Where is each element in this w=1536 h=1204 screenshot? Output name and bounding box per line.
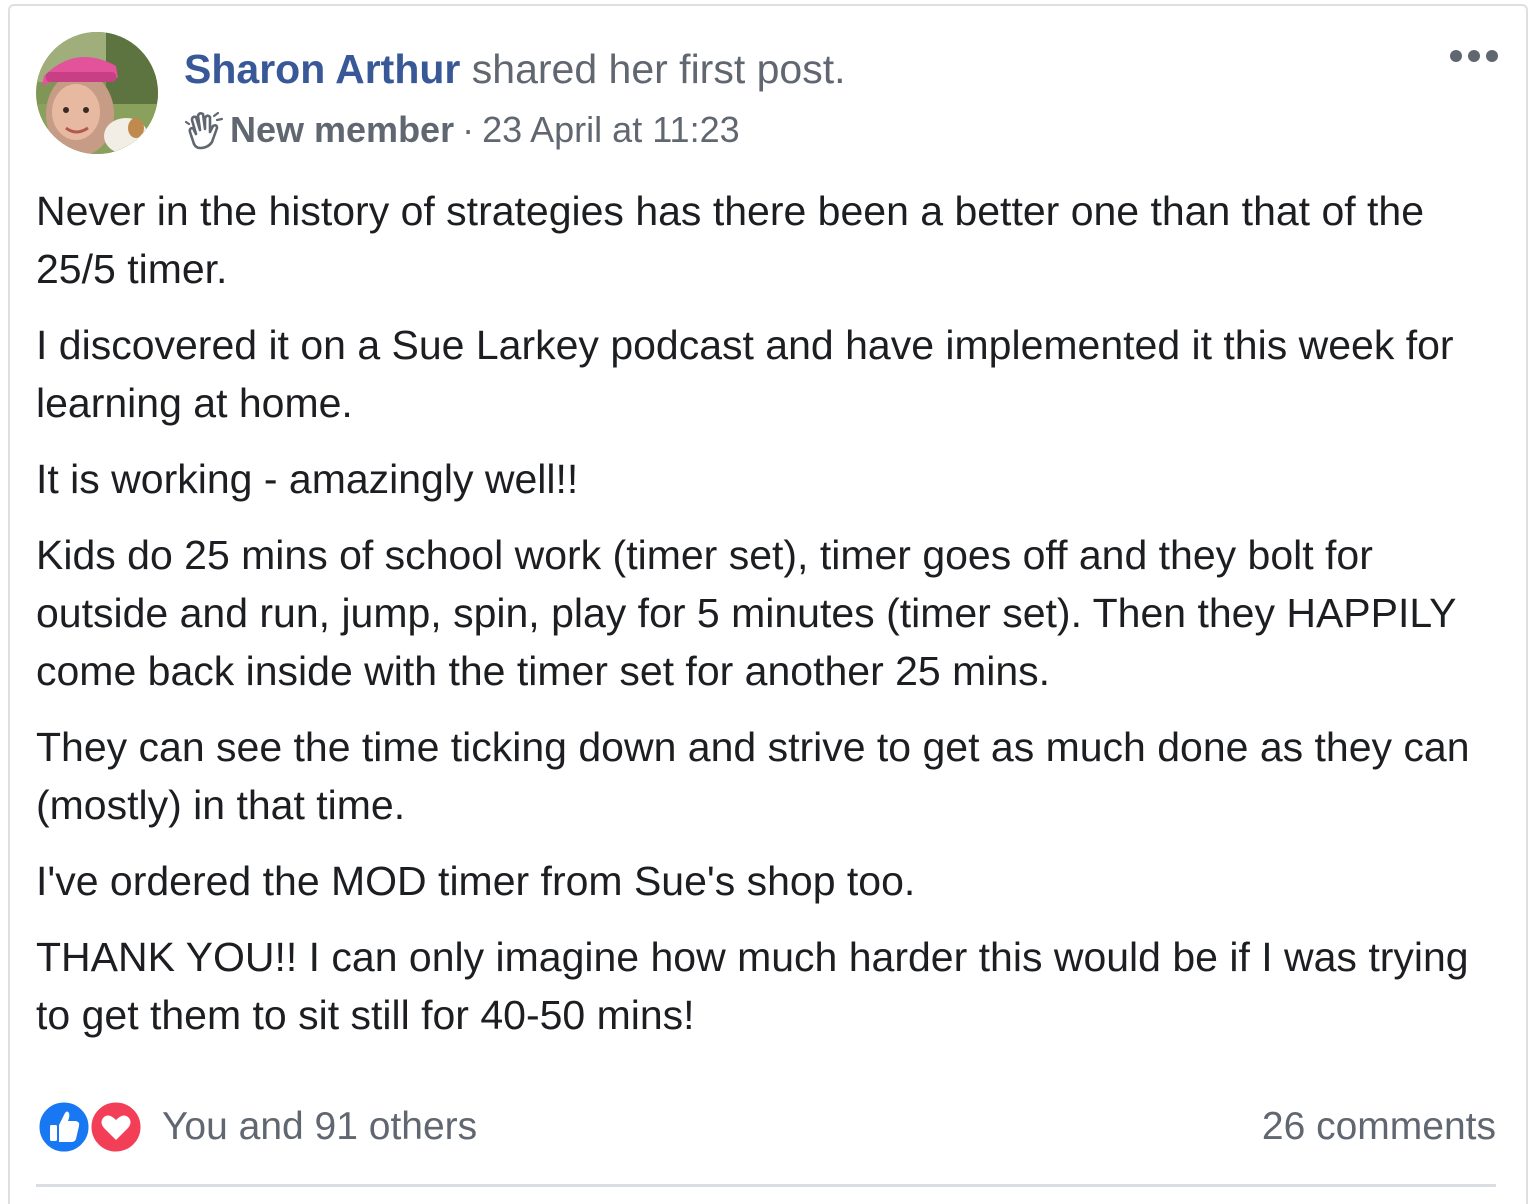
footer-divider [36, 1184, 1496, 1187]
post-paragraph: THANK YOU!! I can only imagine how much … [36, 934, 1469, 1038]
reactions-count-text[interactable]: You and 91 others [162, 1105, 477, 1149]
author-name-link[interactable]: Sharon Arthur [184, 46, 460, 92]
more-options-icon[interactable] [1446, 44, 1502, 68]
post-header: Sharon Arthur shared her first post. [184, 44, 846, 94]
post-paragraph: It is working - amazingly well!! [36, 456, 579, 502]
post-meta: New member · 23 April at 11:23 [184, 108, 740, 152]
profile-photo [36, 32, 158, 154]
post-paragraph: I've ordered the MOD timer from Sue's sh… [36, 858, 916, 904]
post-body: Never in the history of strategies has t… [36, 182, 1496, 1062]
comments-count-link[interactable]: 26 comments [1262, 1105, 1496, 1149]
reaction-icons [36, 1097, 148, 1157]
post-timestamp-link[interactable]: 23 April at 11:23 [482, 108, 740, 152]
waving-hand-icon [184, 111, 224, 150]
post-paragraph: Never in the history of strategies has t… [36, 188, 1425, 292]
post-paragraph: They can see the time ticking down and s… [36, 724, 1470, 828]
new-member-badge[interactable]: New member [230, 108, 454, 152]
avatar[interactable] [36, 32, 158, 154]
meta-separator: · [462, 109, 475, 150]
post-footer: You and 91 others 26 comments [36, 1092, 1496, 1162]
like-icon [36, 1099, 92, 1155]
post-paragraph: Kids do 25 mins of school work (timer se… [36, 532, 1456, 694]
post-paragraph: I discovered it on a Sue Larkey podcast … [36, 322, 1454, 426]
love-icon [88, 1099, 144, 1155]
reactions-summary[interactable]: You and 91 others [36, 1097, 477, 1157]
post-action-text: shared her first post. [471, 46, 846, 92]
